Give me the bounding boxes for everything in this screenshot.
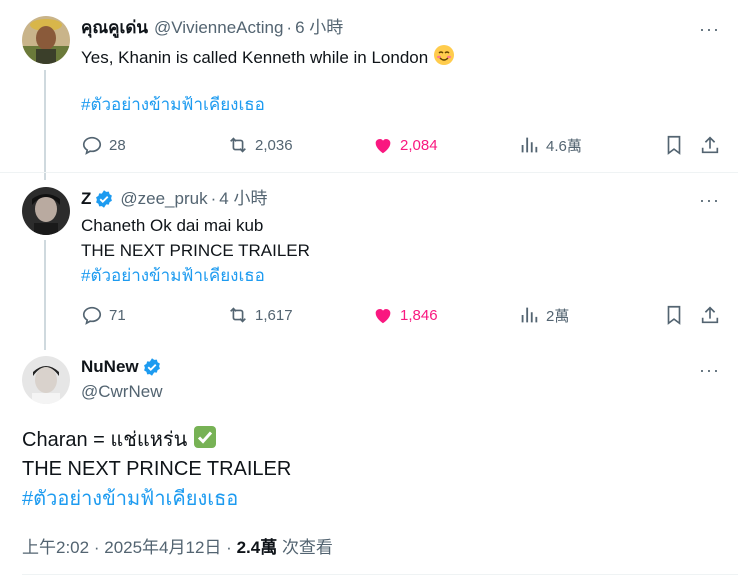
- views-count: 2.4萬: [236, 538, 278, 557]
- analytics-icon: [521, 307, 538, 323]
- tweet-text-line: Chaneth Ok dai mai kub: [81, 216, 264, 235]
- reply-button[interactable]: 28: [81, 134, 126, 156]
- thread-line: [44, 70, 46, 180]
- hashtag-link[interactable]: #ตัวอย่างข้ามฟ้าเคียงเธอ: [22, 485, 238, 513]
- main-tweet-line: Charan = แช่แหร่น: [22, 425, 217, 457]
- tweet-date[interactable]: 2025年4月12日: [104, 538, 221, 557]
- bookmark-button[interactable]: [663, 304, 685, 331]
- hashtag-link[interactable]: #ตัวอย่างข้ามฟ้าเคียงเธอ: [81, 264, 265, 288]
- views-button[interactable]: 2萬: [518, 304, 569, 326]
- author-handle[interactable]: @VivienneActing: [154, 17, 283, 39]
- author-handle[interactable]: @zee_pruk: [120, 188, 207, 210]
- separator-dot: ·: [210, 189, 217, 208]
- like-button[interactable]: 2,084: [372, 134, 438, 156]
- more-options-icon[interactable]: ···: [699, 20, 720, 38]
- tweet-header: Z @zee_pruk · 4 小時: [81, 188, 267, 210]
- bookmark-icon: [667, 305, 681, 325]
- tweet-actions: 28 2,036 2,084 4.6萬: [81, 134, 720, 158]
- heart-filled-icon: [375, 139, 391, 154]
- tweet-header: คุณคูเด่น @VivienneActing · 6 小時: [81, 17, 343, 39]
- avatar[interactable]: [22, 356, 70, 404]
- avatar[interactable]: [22, 187, 70, 235]
- share-icon: [701, 136, 719, 154]
- heart-filled-icon: [375, 309, 391, 324]
- tweet-time[interactable]: 6 小時: [295, 17, 343, 39]
- author-handle[interactable]: @CwrNew: [81, 382, 162, 402]
- reply-count: 28: [109, 136, 126, 154]
- tweet-text-line: THE NEXT PRINCE TRAILER: [81, 241, 310, 260]
- analytics-icon: [521, 137, 538, 153]
- author-name[interactable]: คุณคูเด่น: [81, 17, 148, 39]
- retweet-button[interactable]: 1,617: [227, 304, 293, 326]
- more-options-icon[interactable]: ···: [699, 361, 720, 379]
- separator-dot: ·: [286, 18, 293, 37]
- tweet-meta: 上午2:02 · 2025年4月12日 · 2.4萬 次查看: [22, 533, 333, 558]
- views-count: 2萬: [546, 307, 570, 325]
- tweet-time[interactable]: 上午2:02: [22, 538, 89, 557]
- main-author-name-row: NuNew: [81, 357, 162, 377]
- retweet-icon: [230, 307, 246, 323]
- share-button[interactable]: [699, 134, 721, 161]
- separator-dot: ·: [93, 538, 100, 557]
- reply-count: 71: [109, 306, 126, 324]
- reply-icon: [82, 306, 102, 325]
- hashtag-link[interactable]: #ตัวอย่างข้ามฟ้าเคียงเธอ: [81, 93, 265, 117]
- author-name[interactable]: NuNew: [81, 357, 139, 377]
- smiling-face-emoji-icon: [433, 44, 455, 73]
- avatar[interactable]: [22, 16, 70, 64]
- share-button[interactable]: [699, 304, 721, 331]
- tweet-text-body: Yes, Khanin is called Kenneth while in L…: [81, 48, 429, 67]
- retweet-icon: [230, 137, 246, 153]
- tweet-text: Yes, Khanin is called Kenneth while in L…: [81, 44, 455, 73]
- share-icon: [701, 306, 719, 324]
- main-tweet-text: THE NEXT PRINCE TRAILER: [22, 458, 292, 480]
- check-mark-emoji-icon: [193, 425, 217, 457]
- bookmark-button[interactable]: [663, 134, 685, 161]
- verified-badge-icon: [142, 357, 162, 377]
- reply-icon: [82, 136, 102, 155]
- views-label: 次查看: [281, 538, 333, 557]
- bookmark-icon: [667, 135, 681, 155]
- tweet-actions: 71 1,617 1,846 2萬: [81, 304, 720, 328]
- divider: [22, 574, 738, 575]
- retweet-button[interactable]: 2,036: [227, 134, 293, 156]
- separator-dot: ·: [226, 538, 232, 557]
- author-name[interactable]: Z: [81, 188, 91, 210]
- tweet-time[interactable]: 4 小時: [219, 188, 267, 210]
- retweet-count: 1,617: [255, 306, 293, 324]
- divider: [0, 172, 738, 173]
- like-count: 2,084: [400, 136, 438, 154]
- verified-badge-icon: [94, 189, 114, 209]
- views-count: 4.6萬: [546, 137, 582, 155]
- more-options-icon[interactable]: ···: [699, 191, 720, 209]
- views-button[interactable]: 4.6萬: [518, 134, 582, 156]
- reply-button[interactable]: 71: [81, 304, 126, 326]
- main-tweet-text: Charan = แช่แหร่น: [22, 429, 188, 451]
- thread-line: [44, 240, 46, 350]
- like-count: 1,846: [400, 306, 438, 324]
- like-button[interactable]: 1,846: [372, 304, 438, 326]
- retweet-count: 2,036: [255, 136, 293, 154]
